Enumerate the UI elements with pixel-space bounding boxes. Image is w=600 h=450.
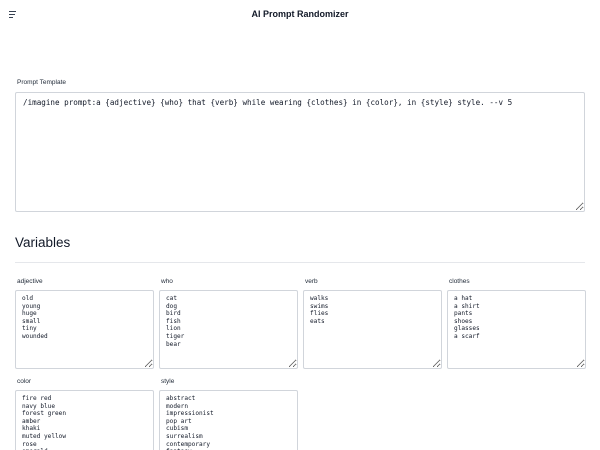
clothes-input[interactable] (447, 290, 586, 369)
adjective-input[interactable] (15, 290, 154, 369)
color-input[interactable] (15, 390, 154, 450)
style-label: style (161, 378, 175, 385)
adjective-label: adjective (17, 278, 43, 285)
style-input[interactable] (159, 390, 298, 450)
prompt-template-label: Prompt Template (17, 79, 67, 86)
color-label: color (17, 378, 32, 385)
clothes-label: clothes (449, 278, 470, 285)
who-input[interactable] (159, 290, 298, 369)
variables-heading: Variables (15, 235, 71, 250)
section-divider (15, 262, 585, 263)
verb-input[interactable] (303, 290, 442, 369)
prompt-template-input[interactable] (15, 92, 585, 212)
who-label: who (161, 278, 173, 285)
verb-label: verb (305, 278, 318, 285)
app-title: AI Prompt Randomizer (251, 9, 349, 19)
